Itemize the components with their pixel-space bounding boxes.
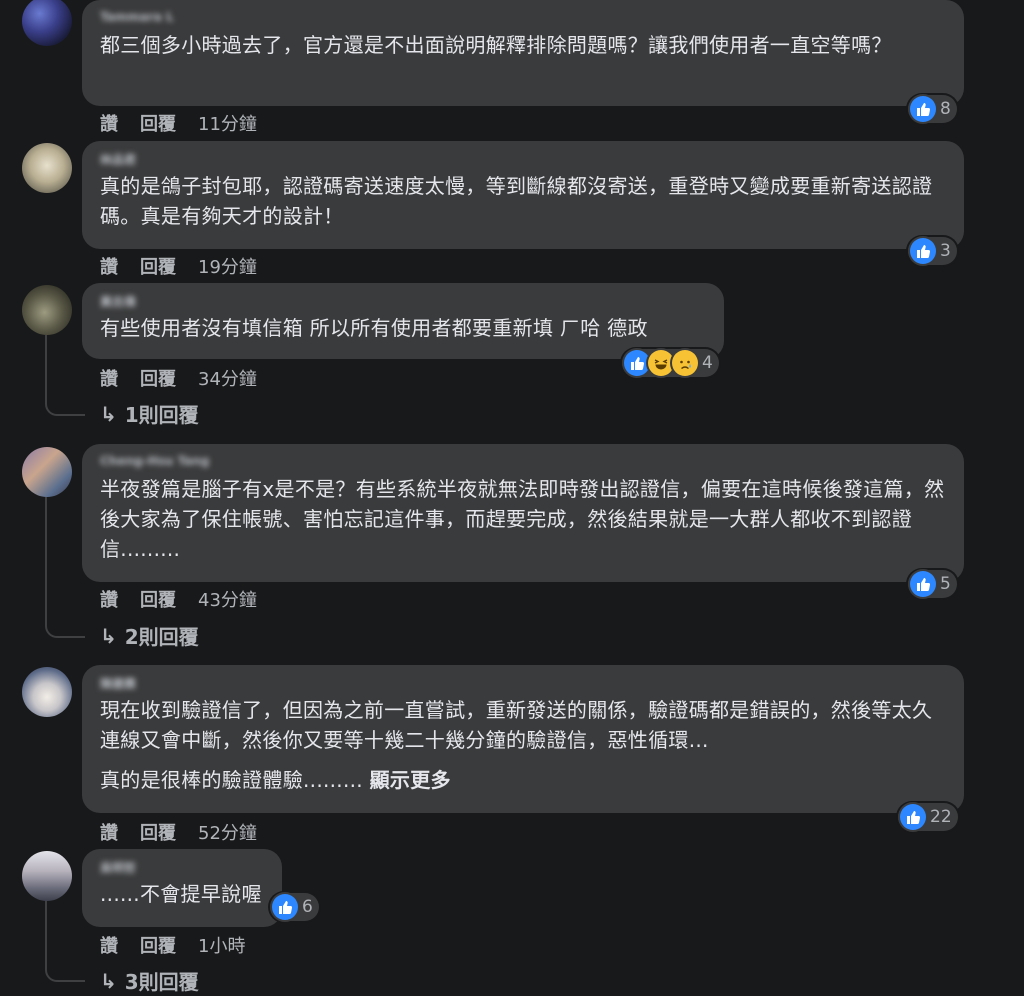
avatar[interactable] — [22, 851, 72, 901]
reaction-count: 6 — [302, 897, 313, 917]
avatar[interactable] — [22, 0, 72, 46]
reply-button[interactable]: 回覆 — [140, 253, 176, 279]
reaction-count: 8 — [940, 99, 951, 119]
reaction-count: 5 — [940, 574, 951, 594]
reaction-summary[interactable]: 4 — [622, 349, 719, 377]
view-replies-link[interactable]: ↳ 2則回覆 — [100, 621, 199, 650]
like-button[interactable]: 讚 — [100, 110, 118, 136]
comment-text: 都三個多小時過去了，官方還是不出面說明解釋排除問題嗎？讓我們使用者一直空等嗎？ — [100, 33, 892, 57]
reply-arrow-icon: ↳ — [100, 401, 117, 426]
comment-bubble: Cheng-Hsu Tang 半夜發篇是腦子有x是不是？有些系統半夜就無法即時發… — [82, 444, 964, 582]
comment-author[interactable]: 陳建霖 — [100, 675, 946, 689]
see-more-link[interactable]: 顯示更多 — [370, 768, 451, 792]
comment-bubble: 陳建霖 現在收到驗證信了，但因為之前一直嘗試，重新發送的關係，驗證碼都是錯誤的，… — [82, 665, 964, 813]
reply-button[interactable]: 回覆 — [140, 819, 176, 845]
comment-actions: 讚 回覆 34分鐘 — [100, 365, 257, 391]
reply-button[interactable]: 回覆 — [140, 110, 176, 136]
haha-emoji-icon — [648, 350, 674, 376]
like-thumb-icon — [272, 894, 298, 920]
like-thumb-icon — [910, 571, 936, 597]
comment-bubble: 黃志偉 有些使用者沒有填信箱 所以所有使用者都要重新填 ㄏ哈 德政 — [82, 283, 724, 359]
like-button[interactable]: 讚 — [100, 932, 118, 958]
reply-arrow-icon: ↳ — [100, 968, 117, 993]
like-button[interactable]: 讚 — [100, 819, 118, 845]
reaction-summary[interactable]: 8 — [908, 95, 957, 123]
thread-line — [45, 335, 47, 399]
like-button[interactable]: 讚 — [100, 253, 118, 279]
avatar[interactable] — [22, 285, 72, 335]
thread-line — [45, 900, 47, 966]
comment-text-continued: 真的是很棒的驗證體驗......... 顯示更多 — [100, 765, 946, 795]
like-thumb-icon — [624, 350, 650, 376]
comment-author[interactable]: 林品君 — [100, 151, 946, 165]
reaction-summary[interactable]: 3 — [908, 237, 957, 265]
comment-bubble: 吳明哲 ......不會提早說喔 — [82, 849, 282, 927]
like-button[interactable]: 讚 — [100, 586, 118, 612]
comment-timestamp[interactable]: 43分鐘 — [198, 586, 257, 612]
thread-connector — [45, 620, 85, 638]
reply-button[interactable]: 回覆 — [140, 365, 176, 391]
comment-text-tail: 真的是很棒的驗證體驗......... — [100, 768, 363, 792]
reaction-count: 4 — [702, 353, 713, 373]
like-thumb-icon — [910, 96, 936, 122]
comment-actions: 讚 回覆 1小時 — [100, 932, 245, 958]
comment-bubble: 林品君 真的是鴿子封包耶，認證碼寄送速度太慢，等到斷線都沒寄送，重登時又變成要重… — [82, 141, 964, 249]
comment-text: ......不會提早說喔 — [100, 882, 262, 906]
comment-author[interactable]: Cheng-Hsu Tang — [100, 454, 946, 468]
comment-author[interactable]: 吳明哲 — [100, 859, 264, 873]
comment-bubble: Tammara L 都三個多小時過去了，官方還是不出面說明解釋排除問題嗎？讓我們… — [82, 0, 964, 106]
comment-timestamp[interactable]: 19分鐘 — [198, 253, 257, 279]
comment-actions: 讚 回覆 11分鐘 — [100, 110, 257, 136]
reaction-summary[interactable]: 22 — [898, 803, 958, 831]
thread-connector — [45, 398, 85, 416]
like-button[interactable]: 讚 — [100, 365, 118, 391]
reaction-count: 22 — [930, 807, 952, 827]
reaction-count: 3 — [940, 241, 951, 261]
comment-text: 真的是鴿子封包耶，認證碼寄送速度太慢，等到斷線都沒寄送，重登時又變成要重新寄送認… — [100, 174, 933, 228]
thread-connector — [45, 964, 85, 982]
view-replies-link[interactable]: ↳ 3則回覆 — [100, 966, 199, 995]
reaction-summary[interactable]: 5 — [908, 570, 957, 598]
comment-timestamp[interactable]: 34分鐘 — [198, 365, 257, 391]
reply-button[interactable]: 回覆 — [140, 586, 176, 612]
like-thumb-icon — [900, 804, 926, 830]
comment-actions: 讚 回覆 19分鐘 — [100, 253, 257, 279]
reply-button[interactable]: 回覆 — [140, 932, 176, 958]
comment-timestamp[interactable]: 1小時 — [198, 932, 245, 958]
view-replies-link[interactable]: ↳ 1則回覆 — [100, 399, 199, 428]
avatar[interactable] — [22, 143, 72, 193]
replies-count-label: 1則回覆 — [124, 403, 199, 427]
avatar[interactable] — [22, 447, 72, 497]
thread-line — [45, 496, 47, 620]
sad-emoji-icon — [672, 350, 698, 376]
comment-text: 半夜發篇是腦子有x是不是？有些系統半夜就無法即時發出認證信，偏要在這時候後發這篇… — [100, 477, 945, 561]
replies-count-label: 2則回覆 — [124, 625, 199, 649]
reaction-summary[interactable]: 6 — [270, 893, 319, 921]
like-thumb-icon — [910, 238, 936, 264]
comment-actions: 讚 回覆 52分鐘 — [100, 819, 257, 845]
comment-actions: 讚 回覆 43分鐘 — [100, 586, 257, 612]
comment-author[interactable]: Tammara L — [100, 10, 946, 24]
comment-text: 有些使用者沒有填信箱 所以所有使用者都要重新填 ㄏ哈 德政 — [100, 316, 648, 340]
avatar[interactable] — [22, 667, 72, 717]
comment-text: 現在收到驗證信了，但因為之前一直嘗試，重新發送的關係，驗證碼都是錯誤的，然後等太… — [100, 698, 933, 752]
comment-timestamp[interactable]: 52分鐘 — [198, 819, 257, 845]
reply-arrow-icon: ↳ — [100, 623, 117, 648]
comment-author[interactable]: 黃志偉 — [100, 293, 706, 307]
comment-timestamp[interactable]: 11分鐘 — [198, 110, 257, 136]
replies-count-label: 3則回覆 — [124, 970, 199, 994]
